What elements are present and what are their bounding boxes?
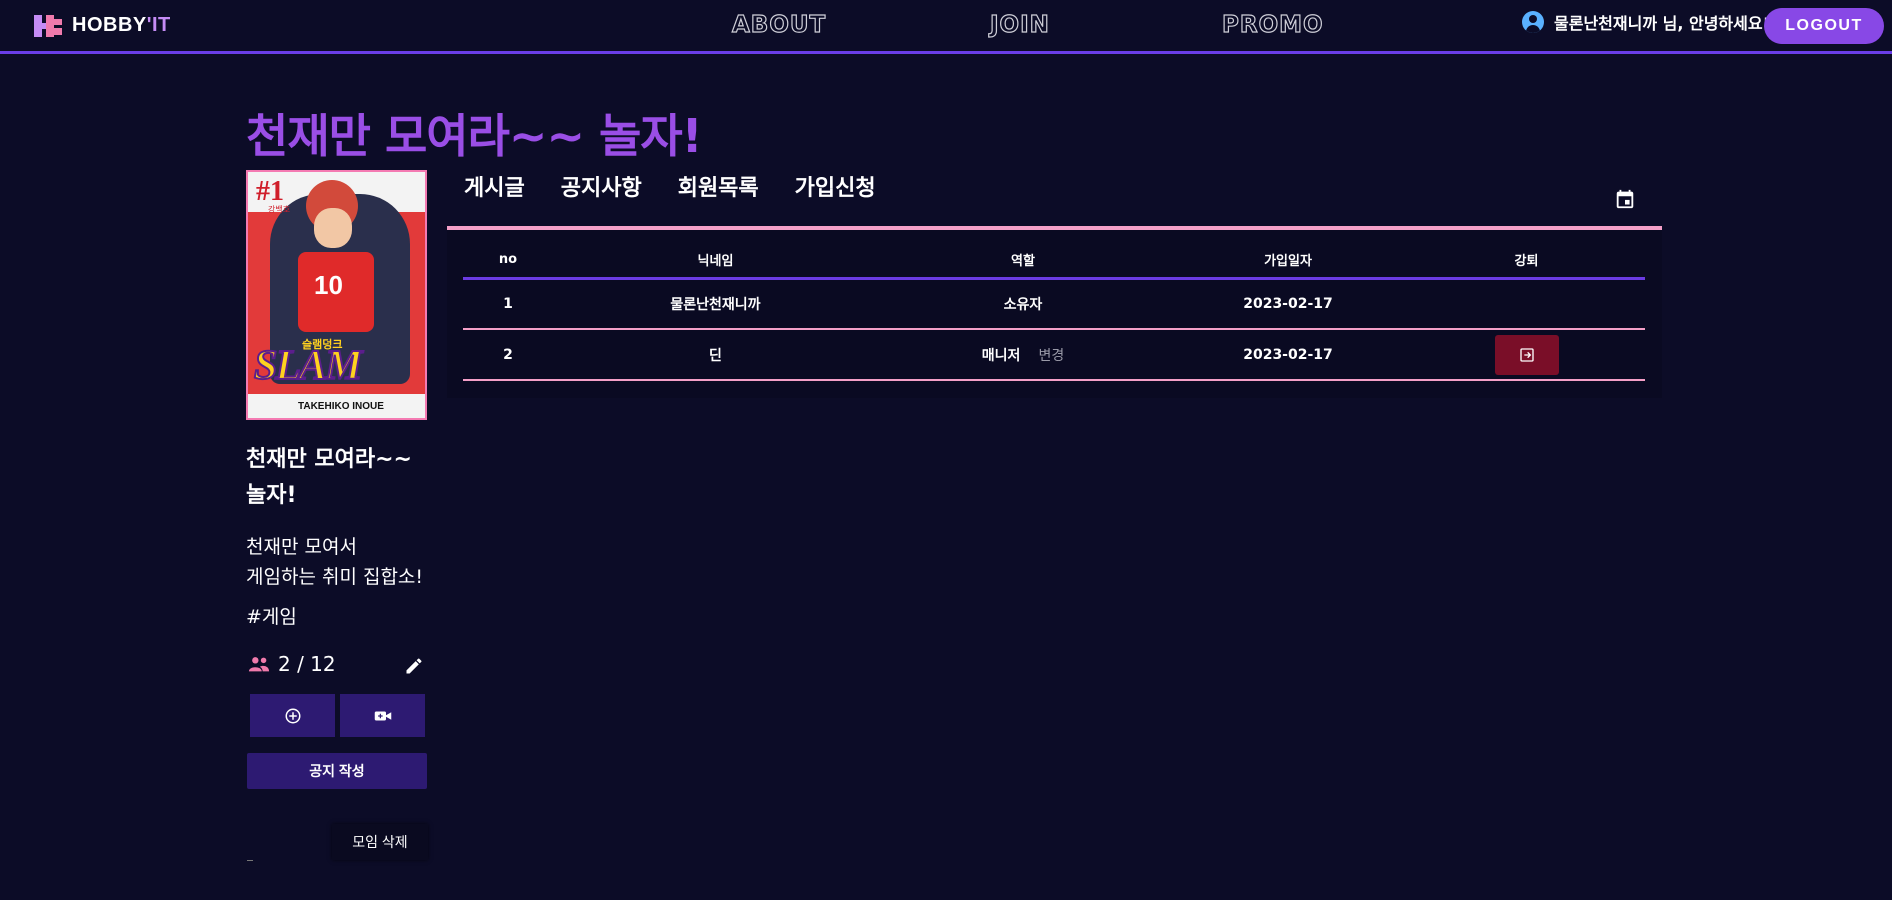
logo-text-main: HOBBY <box>72 14 147 36</box>
member-joined-date: 2023-02-17 <box>1168 329 1408 381</box>
video-call-button[interactable] <box>340 694 425 737</box>
page-title: 천재만 모여라~~ 놀자! <box>246 109 703 163</box>
delete-group-button[interactable]: 모임 삭제 <box>332 824 428 860</box>
member-no: 2 <box>463 329 553 381</box>
members-table: no 닉네임 역할 가입일자 강퇴 1 물론난천재니까 소유자 2023-02-… <box>463 242 1645 381</box>
group-description: 천재만 모여서 게임하는 취미 집합소! <box>246 532 436 592</box>
kick-member-button[interactable] <box>1494 334 1559 375</box>
user-greeting-area: 물론난천재니까 님, 안녕하세요! <box>1522 10 1770 34</box>
group-cover-image: 10 #1 강백호 슬램덩크 SLAM DUNK TAKEHIKO INOUE <box>246 170 427 420</box>
group-description-line: 게임하는 취미 집합소! <box>246 566 424 588</box>
tab-notices[interactable]: 공지사항 <box>561 170 642 202</box>
column-header-joined: 가입일자 <box>1168 242 1408 280</box>
column-header-role: 역할 <box>878 242 1168 280</box>
group-name: 천재만 모여라~~ 놀자! <box>246 447 412 508</box>
nav-about[interactable]: ABOUT <box>731 11 826 38</box>
member-nickname: 딘 <box>553 329 878 381</box>
table-row: 2 딘 매니저 변경 2023-02-17 <box>463 329 1645 381</box>
top-header: HOBBY'IT ABOUT JOIN PROMO 물론난천재니까 님, 안녕하… <box>0 0 1892 54</box>
member-joined-date: 2023-02-17 <box>1168 278 1408 330</box>
video-camera-icon <box>374 711 391 720</box>
member-count-value: 2 / 12 <box>278 652 336 676</box>
member-count: 2 / 12 <box>248 652 336 676</box>
calendar-icon[interactable] <box>1614 188 1636 210</box>
column-header-no: no <box>463 242 553 280</box>
add-circle-icon <box>285 708 300 723</box>
table-header-row: no 닉네임 역할 가입일자 강퇴 <box>463 242 1645 280</box>
tab-join-requests[interactable]: 가입신청 <box>795 170 876 202</box>
table-row: 1 물론난천재니까 소유자 2023-02-17 <box>463 278 1645 330</box>
logout-button[interactable]: LOGOUT <box>1764 8 1884 44</box>
write-notice-button[interactable]: 공지 작성 <box>247 753 427 789</box>
member-role: 매니저 <box>981 347 1021 364</box>
cover-jersey-number: 10 <box>314 270 343 300</box>
tab-posts[interactable]: 게시글 <box>464 170 525 202</box>
member-no: 1 <box>463 278 553 330</box>
member-kick-cell <box>1408 329 1645 381</box>
cover-subtitle: 강백호 <box>268 205 291 214</box>
group-description-line: 천재만 모여서 <box>246 536 357 558</box>
nav-join[interactable]: JOIN <box>989 11 1050 38</box>
footer-divider <box>247 860 253 861</box>
member-role: 소유자 <box>878 278 1168 330</box>
column-header-kick: 강퇴 <box>1408 242 1645 280</box>
member-nickname: 물론난천재니까 <box>553 278 878 330</box>
tab-members[interactable]: 회원목록 <box>678 170 759 202</box>
people-icon <box>248 657 270 672</box>
edit-pencil-icon[interactable] <box>404 656 424 676</box>
group-tag: #게임 <box>246 606 297 628</box>
add-circle-button[interactable] <box>250 694 335 737</box>
nav-promo[interactable]: PROMO <box>1221 11 1324 38</box>
logo-text: HOBBY'IT <box>72 14 171 37</box>
member-kick-cell <box>1408 278 1645 330</box>
member-role-cell: 매니저 변경 <box>878 329 1168 381</box>
change-role-link[interactable]: 변경 <box>1038 345 1064 365</box>
column-header-nickname: 닉네임 <box>553 242 878 280</box>
cover-author: TAKEHIKO INOUE <box>298 401 384 412</box>
logo[interactable]: HOBBY'IT <box>34 14 171 37</box>
member-role-wrap: 매니저 변경 <box>982 345 1064 365</box>
exit-icon <box>1519 347 1534 362</box>
logo-mark-icon <box>34 14 64 37</box>
group-tabs: 게시글 공지사항 회원목록 가입신청 <box>464 170 876 202</box>
user-greeting: 물론난천재니까 님, 안녕하세요! <box>1554 14 1770 33</box>
cover-face <box>314 208 352 248</box>
logo-text-accent: 'IT <box>146 14 171 36</box>
account-circle-icon <box>1522 11 1544 33</box>
